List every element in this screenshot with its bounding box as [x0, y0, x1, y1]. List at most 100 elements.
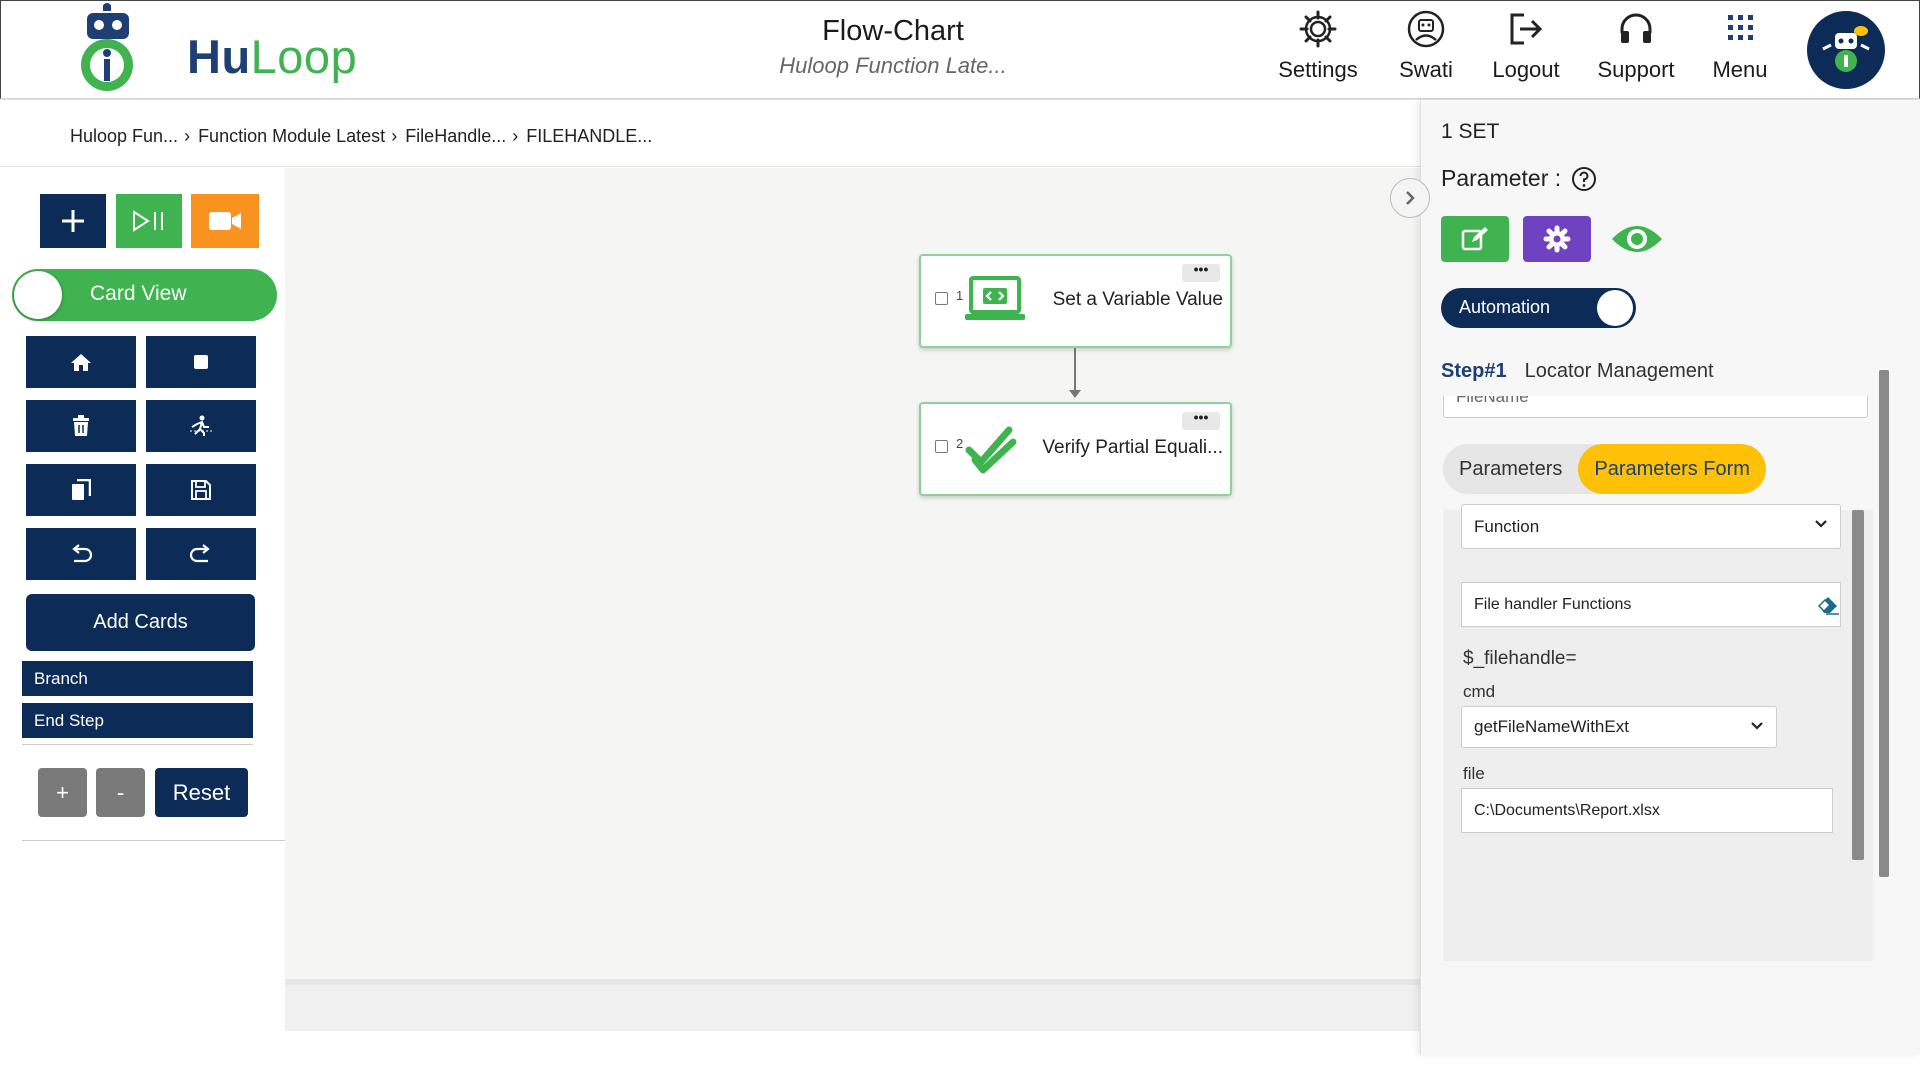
eraser-icon[interactable]: [1816, 593, 1840, 615]
node-menu-button[interactable]: •••: [1182, 410, 1220, 430]
undo-button[interactable]: [26, 528, 136, 580]
home-button[interactable]: [26, 336, 136, 388]
branch-button[interactable]: Branch: [22, 661, 253, 696]
config-button[interactable]: [1523, 216, 1591, 262]
panel-scrollbar-thumb[interactable]: [1879, 370, 1889, 877]
add-button[interactable]: [40, 194, 106, 248]
step-set-label: 1 SET: [1441, 120, 1500, 143]
gear-icon: [1543, 225, 1571, 253]
redo-button[interactable]: [146, 528, 256, 580]
node-checkbox[interactable]: [935, 440, 948, 453]
save-button[interactable]: [146, 464, 256, 516]
user-robot-icon: [1407, 10, 1445, 48]
chevron-down-icon: [1815, 520, 1827, 528]
function-type-select[interactable]: Function: [1461, 504, 1841, 549]
preview-button[interactable]: [1603, 216, 1671, 262]
node-number: 1: [956, 288, 964, 303]
breadcrumb-item[interactable]: FILEHANDLE...: [526, 126, 652, 147]
logout-nav[interactable]: Logout: [1471, 9, 1581, 89]
flow-node[interactable]: 2 ••• Verify Partial Equali...: [919, 402, 1232, 496]
node-menu-button[interactable]: •••: [1182, 262, 1220, 282]
breadcrumb: Huloop Fun... › Function Module Latest ›…: [0, 100, 1420, 167]
chevron-right-icon: [1406, 191, 1415, 205]
collapse-panel-button[interactable]: [1390, 178, 1430, 218]
divider: [22, 840, 285, 841]
variable-label: $_filehandle=: [1463, 648, 1577, 669]
form-scrollbar-thumb[interactable]: [1852, 510, 1864, 860]
properties-panel: 1 SET Parameter : Automation Step#1 Loca…: [1420, 100, 1920, 1055]
huloop-logo[interactable]: HuLoop: [55, 3, 357, 99]
step-heading: Step#1 Locator Management: [1441, 360, 1714, 383]
tab-parameters[interactable]: Parameters: [1443, 444, 1578, 494]
delete-button[interactable]: [26, 400, 136, 452]
undo-icon: [72, 544, 93, 563]
file-path-value: C:\Documents\Report.xlsx: [1474, 801, 1660, 819]
chevron-down-icon: [1751, 722, 1763, 730]
settings-nav[interactable]: Settings: [1263, 9, 1373, 89]
support-nav[interactable]: Support: [1581, 9, 1691, 89]
app-header: HuLoop Flow-Chart Huloop Function Late..…: [0, 0, 1920, 99]
floppy-disk-icon: [191, 480, 211, 500]
reset-button[interactable]: Reset: [155, 768, 248, 817]
end-step-button[interactable]: End Step: [22, 703, 253, 738]
tab-parameters-form[interactable]: Parameters Form: [1578, 444, 1766, 494]
filename-field[interactable]: FileName: [1443, 396, 1868, 418]
cmd-select[interactable]: getFileNameWithExt: [1461, 706, 1777, 748]
step-number: Step#1: [1441, 360, 1507, 382]
running-person-icon: [190, 415, 212, 436]
parameter-tabs: Parameters Parameters Form: [1443, 444, 1766, 494]
video-camera-icon: [209, 212, 241, 230]
file-label: file: [1463, 764, 1485, 783]
toggle-knob: [14, 271, 62, 319]
chevron-right-icon: ›: [184, 126, 191, 146]
user-nav[interactable]: Swati: [1371, 9, 1481, 89]
parameter-heading: Parameter :: [1441, 165, 1597, 192]
node-checkbox[interactable]: [935, 292, 948, 305]
stop-button[interactable]: [146, 336, 256, 388]
flow-canvas[interactable]: 1 ••• Set a Variable Value 2 ••• Verify …: [285, 168, 1420, 979]
user-name-label: Swati: [1399, 57, 1453, 82]
parameter-label: Parameter :: [1441, 165, 1562, 191]
breadcrumb-item[interactable]: FileHandle...: [405, 126, 506, 147]
copy-button[interactable]: [26, 464, 136, 516]
eye-icon: [1612, 226, 1662, 252]
parameter-scroll-area[interactable]: FileName Parameters Parameters Form Func…: [1431, 396, 1891, 961]
cmd-label: cmd: [1463, 682, 1496, 701]
filename-field-text: FileName: [1456, 396, 1529, 406]
node-number: 2: [956, 436, 964, 451]
support-label: Support: [1597, 57, 1675, 82]
settings-label: Settings: [1278, 57, 1358, 82]
logout-icon: [1510, 13, 1543, 45]
edit-icon: [1461, 227, 1488, 251]
connector-arrow-icon: [1069, 390, 1081, 398]
record-button[interactable]: [191, 194, 259, 248]
home-icon: [71, 354, 91, 371]
add-cards-button[interactable]: Add Cards: [26, 594, 255, 651]
module-input[interactable]: File handler Functions: [1461, 582, 1841, 627]
redo-icon: [189, 544, 210, 563]
flow-node[interactable]: 1 ••• Set a Variable Value: [919, 254, 1232, 348]
step-title: Locator Management: [1524, 360, 1714, 382]
card-view-toggle[interactable]: Card View: [12, 269, 277, 321]
canvas-horizontal-scrollbar[interactable]: [285, 979, 1420, 1031]
zoom-in-button[interactable]: +: [38, 768, 87, 817]
automation-toggle[interactable]: Automation: [1441, 288, 1636, 328]
page-subtitle: Huloop Function Late...: [779, 53, 1007, 78]
divider: [22, 744, 253, 745]
edit-button[interactable]: [1441, 216, 1509, 262]
play-pause-button[interactable]: [116, 194, 182, 248]
gear-icon: [1299, 10, 1337, 48]
skip-step-button[interactable]: [146, 400, 256, 452]
grid-menu-icon: [1728, 15, 1753, 40]
zoom-out-button[interactable]: -: [96, 768, 145, 817]
chevron-right-icon: ›: [512, 126, 519, 146]
help-icon[interactable]: [1571, 166, 1597, 192]
breadcrumb-item[interactable]: Function Module Latest: [198, 126, 385, 147]
function-type-value: Function: [1474, 516, 1540, 536]
robot-assistant-icon: [1822, 26, 1870, 72]
headphones-icon: [1620, 13, 1652, 43]
menu-nav[interactable]: Menu: [1685, 9, 1795, 89]
breadcrumb-item[interactable]: Huloop Fun...: [70, 126, 178, 147]
file-path-input[interactable]: C:\Documents\Report.xlsx: [1461, 788, 1833, 833]
assistant-avatar[interactable]: [1807, 11, 1885, 89]
